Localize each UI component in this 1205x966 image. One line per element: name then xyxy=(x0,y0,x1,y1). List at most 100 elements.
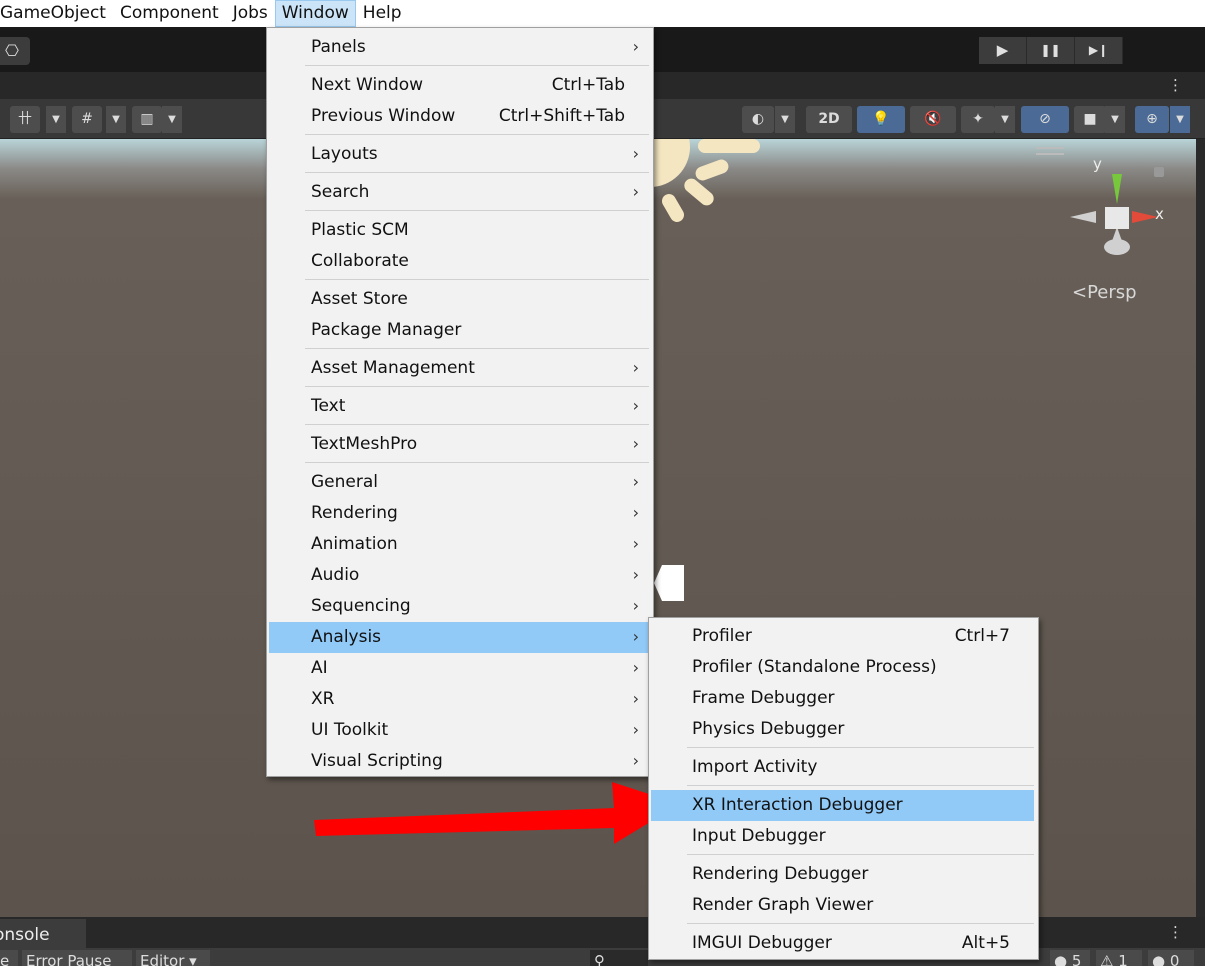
pause-button[interactable]: ❚❚ xyxy=(1027,37,1075,64)
error-count[interactable]: ● 0 xyxy=(1148,950,1194,966)
menu-item-rendering-debugger[interactable]: Rendering Debugger xyxy=(651,859,1034,890)
chevron-right-icon: › xyxy=(632,434,639,453)
chevron-down-icon[interactable]: ▼ xyxy=(775,106,795,133)
persp-label: Persp xyxy=(1087,282,1137,303)
lighting-icon[interactable]: 💡 xyxy=(857,106,905,133)
menu-item-layouts[interactable]: Layouts › xyxy=(269,139,649,170)
chevron-down-icon[interactable]: ▼ xyxy=(106,106,126,133)
chevron-down-icon[interactable]: ▼ xyxy=(46,106,66,133)
menu-item-search[interactable]: Search › xyxy=(269,177,649,208)
audio-icon[interactable]: 🔇 xyxy=(910,106,956,133)
menu-item-text[interactable]: Text › xyxy=(269,391,649,422)
chevron-down-icon[interactable]: ▼ xyxy=(1105,106,1125,133)
playmode-controls: ▶ ❚❚ ▶❙ xyxy=(979,37,1123,64)
gizmos-icon[interactable]: ⊕ xyxy=(1135,106,1169,133)
menu-item-imgui-debugger[interactable]: IMGUI Debugger Alt+5 xyxy=(651,928,1034,959)
menu-item-visual-scripting[interactable]: Visual Scripting › xyxy=(269,746,649,777)
menu-item-general[interactable]: General › xyxy=(269,467,649,498)
cloud-icon[interactable]: ⎔ xyxy=(0,37,30,65)
effects-icon[interactable]: ✦ xyxy=(961,106,995,133)
grid-snap-icon[interactable]: 卄 xyxy=(10,106,40,133)
menu-item-rendering[interactable]: Rendering › xyxy=(269,498,649,529)
clear-button[interactable]: e xyxy=(0,950,18,966)
menu-item-ui-toolkit[interactable]: UI Toolkit › xyxy=(269,715,649,746)
menu-item-asset-management[interactable]: Asset Management › xyxy=(269,353,649,384)
chevron-right-icon: › xyxy=(632,658,639,677)
separator xyxy=(687,923,1034,924)
menu-item-ai[interactable]: AI › xyxy=(269,653,649,684)
chevron-right-icon: › xyxy=(632,182,639,201)
more-options-icon[interactable]: ⋮ xyxy=(1168,76,1183,94)
separator xyxy=(305,462,649,463)
menu-item-profiler-standalone[interactable]: Profiler (Standalone Process) xyxy=(651,652,1034,683)
window-menu: Panels › Next Window Ctrl+Tab Previous W… xyxy=(266,27,654,777)
scrollbar[interactable] xyxy=(1196,139,1205,917)
step-button[interactable]: ▶❙ xyxy=(1075,37,1123,64)
chevron-right-icon: › xyxy=(632,144,639,163)
draw-mode-icon[interactable]: ◐ xyxy=(742,106,774,133)
separator xyxy=(687,785,1034,786)
annotation-arrow xyxy=(314,782,680,844)
menu-item-input-debugger[interactable]: Input Debugger xyxy=(651,821,1034,852)
menu-jobs[interactable]: Jobs xyxy=(226,0,275,27)
camera-icon[interactable]: ■ xyxy=(1074,106,1106,133)
menu-item-collaborate[interactable]: Collaborate xyxy=(269,246,649,277)
separator xyxy=(305,134,649,135)
menu-item-profiler[interactable]: Profiler Ctrl+7 xyxy=(651,621,1034,652)
menu-item-import-activity[interactable]: Import Activity xyxy=(651,752,1034,783)
log-count[interactable]: ● 5 xyxy=(1050,950,1090,966)
menu-item-textmeshpro[interactable]: TextMeshPro › xyxy=(269,429,649,460)
menu-item-asset-store[interactable]: Asset Store xyxy=(269,284,649,315)
menu-item-sequencing[interactable]: Sequencing › xyxy=(269,591,649,622)
menu-gameobject[interactable]: GameObject xyxy=(0,0,113,27)
ruler-icon[interactable]: ▥ xyxy=(132,106,162,133)
menu-item-previous-window[interactable]: Previous Window Ctrl+Shift+Tab xyxy=(269,101,649,132)
search-input[interactable]: ⚲ xyxy=(590,950,648,966)
hidden-objects-icon[interactable]: ⊘ xyxy=(1021,106,1069,133)
chevron-right-icon: › xyxy=(632,534,639,553)
gizmo-menu-icon[interactable] xyxy=(1036,147,1064,155)
menubar: GameObject Component Jobs Window Help xyxy=(0,0,1205,27)
gizmo-x-label: x xyxy=(1155,205,1164,223)
separator xyxy=(305,348,649,349)
chevron-down-icon[interactable]: ▼ xyxy=(995,106,1015,133)
separator xyxy=(305,279,649,280)
separator xyxy=(305,210,649,211)
menu-item-analysis[interactable]: Analysis › xyxy=(269,622,649,653)
menu-item-animation[interactable]: Animation › xyxy=(269,529,649,560)
sun-icon xyxy=(640,139,760,222)
editor-dropdown[interactable]: Editor ▾ xyxy=(136,950,210,966)
2d-toggle-button[interactable]: 2D xyxy=(806,106,852,133)
menu-item-frame-debugger[interactable]: Frame Debugger xyxy=(651,683,1034,714)
chevron-right-icon: › xyxy=(632,627,639,646)
separator xyxy=(305,386,649,387)
projection-label[interactable]: <Persp xyxy=(1072,282,1137,303)
menu-help[interactable]: Help xyxy=(356,0,409,27)
chevron-down-icon[interactable]: ▼ xyxy=(162,106,182,133)
chevron-right-icon: › xyxy=(632,37,639,56)
menu-component[interactable]: Component xyxy=(113,0,226,27)
error-pause-button[interactable]: Error Pause xyxy=(22,950,132,966)
menu-item-xr[interactable]: XR › xyxy=(269,684,649,715)
separator xyxy=(687,747,1034,748)
menu-item-physics-debugger[interactable]: Physics Debugger xyxy=(651,714,1034,745)
menu-item-next-window[interactable]: Next Window Ctrl+Tab xyxy=(269,70,649,101)
menu-item-audio[interactable]: Audio › xyxy=(269,560,649,591)
tab-console[interactable]: onsole xyxy=(0,919,86,948)
warning-count[interactable]: ⚠ 1 xyxy=(1096,950,1142,966)
play-button[interactable]: ▶ xyxy=(979,37,1027,64)
chevron-right-icon: › xyxy=(632,396,639,415)
more-options-icon[interactable]: ⋮ xyxy=(1168,923,1183,941)
menu-item-panels[interactable]: Panels › xyxy=(269,32,649,63)
chevron-down-icon[interactable]: ▼ xyxy=(1170,106,1190,133)
analysis-submenu: Profiler Ctrl+7 Profiler (Standalone Pro… xyxy=(648,617,1039,960)
gizmo-y-label: y xyxy=(1093,155,1102,173)
menu-item-package-manager[interactable]: Package Manager xyxy=(269,315,649,346)
increment-snap-icon[interactable]: # xyxy=(72,106,102,133)
separator xyxy=(687,854,1034,855)
menu-item-plastic-scm[interactable]: Plastic SCM xyxy=(269,215,649,246)
menu-item-xr-interaction-debugger[interactable]: XR Interaction Debugger xyxy=(651,790,1034,821)
menu-item-render-graph-viewer[interactable]: Render Graph Viewer xyxy=(651,890,1034,921)
menu-window[interactable]: Window xyxy=(274,0,356,27)
light-probe-icon xyxy=(654,565,684,601)
